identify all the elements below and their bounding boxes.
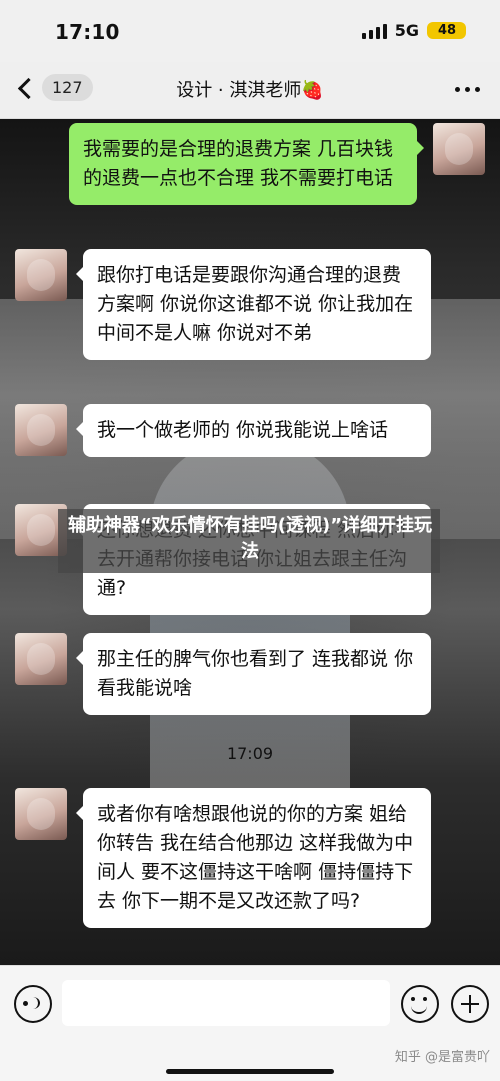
watermark: 知乎 @是富贵吖 bbox=[394, 1050, 490, 1065]
message-incoming: 或者你有啥想跟他说的你的方案 姐给你转告 我在结合他那边 这样我做为中间人 要不… bbox=[15, 788, 431, 928]
bubble-tail bbox=[76, 267, 83, 281]
bubble-tail bbox=[417, 141, 424, 155]
avatar[interactable] bbox=[15, 633, 67, 685]
avatar[interactable] bbox=[433, 123, 485, 175]
overlay-caption: 辅助神器“欢乐情怀有挂吗(透视)”详细开挂玩法 bbox=[67, 515, 433, 562]
message-bubble[interactable]: 我一个做老师的 你说我能说上啥话 bbox=[83, 404, 431, 457]
more-icon[interactable] bbox=[455, 87, 480, 92]
message-bubble[interactable]: 跟你打电话是要跟你沟通合理的退费方案啊 你说你这谁都不说 你让我加在中间不是人嘛… bbox=[83, 249, 431, 360]
home-indicator bbox=[166, 1069, 334, 1074]
chat-screen: 17:10 5G 48 127 设计 · 淇淇老师🍓 我需要的是合理的退费方案 … bbox=[0, 0, 500, 1081]
bubble-tail bbox=[76, 651, 83, 665]
voice-icon[interactable] bbox=[14, 985, 52, 1023]
avatar[interactable] bbox=[15, 249, 67, 301]
signal-icon bbox=[361, 23, 387, 39]
status-icons: 5G 48 bbox=[361, 21, 466, 40]
status-bar: 17:10 5G 48 bbox=[0, 0, 500, 62]
bubble-tail bbox=[76, 806, 83, 820]
nav-bar: 127 设计 · 淇淇老师🍓 bbox=[0, 62, 500, 119]
avatar[interactable] bbox=[15, 788, 67, 840]
plus-icon[interactable] bbox=[451, 985, 489, 1023]
message-incoming: 跟你打电话是要跟你沟通合理的退费方案啊 你说你这谁都不说 你让我加在中间不是人嘛… bbox=[15, 249, 431, 360]
message-bubble[interactable]: 我需要的是合理的退费方案 几百块钱的退费一点也不合理 我不需要打电话 bbox=[69, 123, 417, 205]
status-time: 17:10 bbox=[55, 20, 120, 44]
battery-icon: 48 bbox=[427, 22, 466, 39]
time-divider: 17:09 bbox=[226, 744, 274, 763]
message-bubble[interactable]: 那主任的脾气你也看到了 连我都说 你看我能说啥 bbox=[83, 633, 431, 715]
chat-title: 设计 · 淇淇老师🍓 bbox=[176, 80, 324, 101]
network-label: 5G bbox=[394, 21, 419, 40]
bubble-tail bbox=[76, 422, 83, 436]
message-bubble[interactable]: 或者你有啥想跟他说的你的方案 姐给你转告 我在结合他那边 这样我做为中间人 要不… bbox=[83, 788, 431, 928]
message-incoming: 那主任的脾气你也看到了 连我都说 你看我能说啥 bbox=[15, 633, 431, 715]
message-input[interactable] bbox=[62, 980, 390, 1026]
message-outgoing: 我需要的是合理的退费方案 几百块钱的退费一点也不合理 我不需要打电话 bbox=[69, 123, 485, 205]
emoji-icon[interactable] bbox=[401, 985, 439, 1023]
input-bar: 知乎 @是富贵吖 bbox=[0, 965, 500, 1081]
message-incoming: 我一个做老师的 你说我能说上啥话 bbox=[15, 404, 431, 457]
avatar[interactable] bbox=[15, 404, 67, 456]
